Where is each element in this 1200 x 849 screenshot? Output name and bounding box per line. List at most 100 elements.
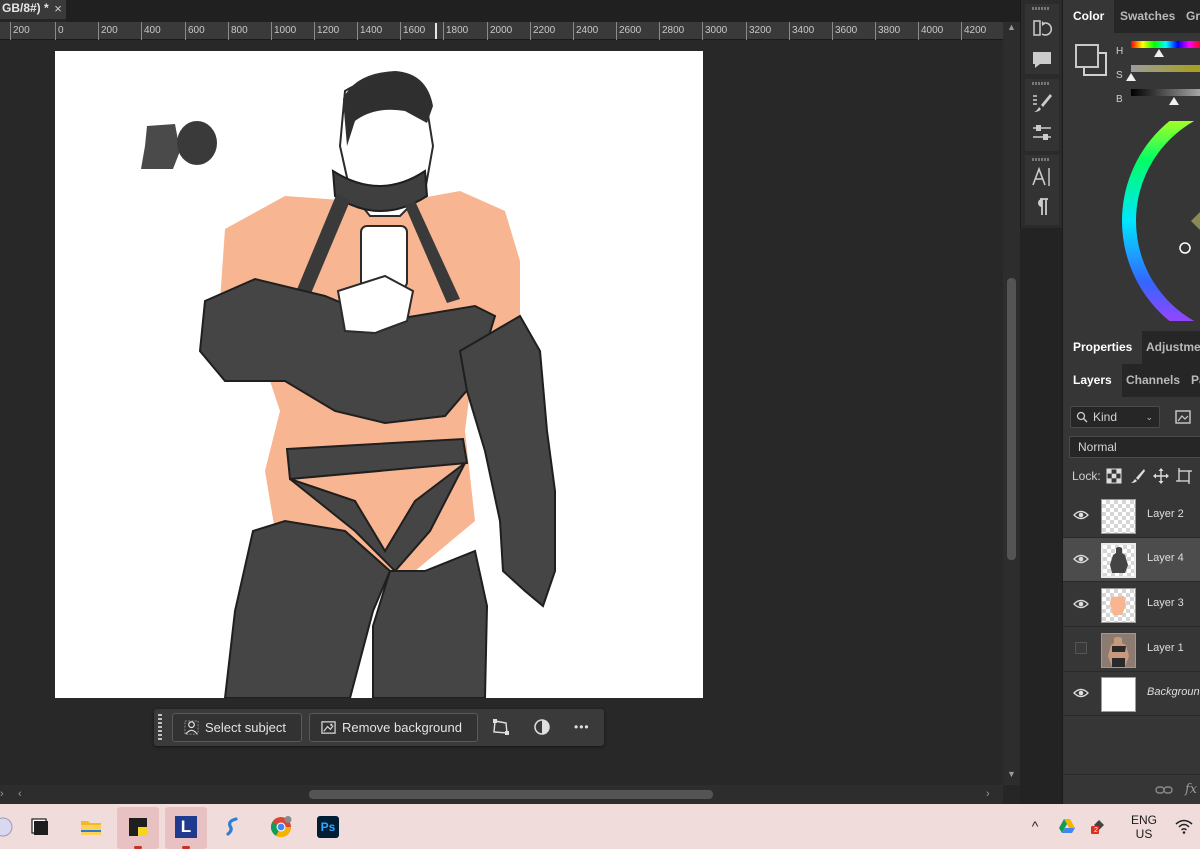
- eye-visibility-icon[interactable]: [1073, 687, 1089, 699]
- tab-properties[interactable]: Properties: [1063, 331, 1143, 364]
- google-drive-icon[interactable]: [1058, 817, 1076, 835]
- chevron-down-icon: ⌄: [1145, 412, 1153, 422]
- layer-row-layer-2[interactable]: Layer 2: [1063, 494, 1200, 538]
- brush-settings-icon[interactable]: [1030, 91, 1054, 115]
- color-wheel[interactable]: [1121, 121, 1200, 321]
- ruler-tick: 400: [141, 22, 161, 40]
- layer-thumbnail[interactable]: [1101, 543, 1136, 578]
- kind-label: Kind: [1093, 410, 1118, 424]
- foreground-color-swatch[interactable]: [1075, 44, 1099, 68]
- brightness-slider-thumb[interactable]: [1168, 97, 1179, 105]
- more-options-icon[interactable]: •••: [574, 717, 594, 737]
- task-view-icon: [31, 818, 48, 835]
- sticky-notes-icon: [129, 818, 147, 836]
- chrome-icon: [270, 816, 292, 838]
- lock-position-icon[interactable]: [1153, 468, 1169, 484]
- start-icon: [0, 817, 13, 837]
- layer-thumbnail[interactable]: [1101, 677, 1136, 712]
- layer-row-layer-1[interactable]: Layer 1: [1063, 628, 1200, 672]
- layer-row-layer-4[interactable]: Layer 4: [1063, 538, 1200, 582]
- ruler-tick: 1600: [400, 22, 425, 40]
- layer-name[interactable]: Layer 3: [1147, 597, 1184, 609]
- tab-swatches[interactable]: Swatches: [1120, 0, 1175, 33]
- taskbar-app-file-explorer[interactable]: [70, 807, 112, 849]
- taskbar-app-lightshot[interactable]: L: [165, 807, 207, 849]
- layer-row-layer-3[interactable]: Layer 3: [1063, 583, 1200, 627]
- adjustments-sliders-icon[interactable]: [1030, 121, 1054, 145]
- adjustment-icon[interactable]: [532, 717, 552, 737]
- layer-row-background[interactable]: Background: [1063, 672, 1200, 716]
- eye-visibility-icon[interactable]: [1073, 598, 1089, 610]
- dock-grip[interactable]: [1032, 82, 1050, 85]
- tab-adjustments[interactable]: Adjustmen: [1146, 331, 1200, 364]
- scroll-down-icon[interactable]: ▼: [1003, 769, 1020, 783]
- transform-icon[interactable]: [491, 717, 511, 737]
- layers-panel: Kind ⌄ Normal Lock: Layer 2 Layer 4 Laye…: [1063, 397, 1200, 774]
- ruler-tick: 2800: [659, 22, 684, 40]
- scroll-right-icon[interactable]: ›: [986, 785, 990, 804]
- character-icon[interactable]: [1030, 165, 1054, 189]
- scroll-up-icon[interactable]: ▲: [1003, 22, 1020, 36]
- taskbar-app-sticky-notes[interactable]: [117, 807, 159, 849]
- horizontal-scrollbar[interactable]: › ‹ ›: [0, 785, 1003, 804]
- layer-thumbnail[interactable]: [1101, 588, 1136, 623]
- blend-mode-dropdown[interactable]: Normal: [1069, 436, 1200, 458]
- wifi-icon[interactable]: [1175, 817, 1193, 835]
- layer-name[interactable]: Background: [1147, 686, 1200, 698]
- vertical-scrollbar[interactable]: ▲ ▼: [1003, 22, 1020, 785]
- lock-transparent-pixels-icon[interactable]: [1106, 468, 1122, 484]
- vertical-scroll-thumb[interactable]: [1007, 278, 1016, 560]
- layer-name[interactable]: Layer 2: [1147, 508, 1184, 520]
- close-icon[interactable]: ×: [50, 0, 66, 19]
- paragraph-icon[interactable]: [1030, 195, 1054, 219]
- taskbar-app-simplenote[interactable]: [212, 807, 254, 849]
- layer-filter-kind-dropdown[interactable]: Kind ⌄: [1070, 406, 1160, 428]
- layer-thumbnail[interactable]: [1101, 633, 1136, 668]
- tab-layers[interactable]: Layers: [1063, 364, 1122, 397]
- dock-group-type: [1025, 155, 1059, 225]
- show-hidden-icons-chevron-icon[interactable]: ^: [1026, 817, 1044, 835]
- remove-background-button[interactable]: Remove background: [309, 713, 478, 742]
- image-filter-icon[interactable]: [1173, 407, 1193, 427]
- select-subject-button[interactable]: Select subject: [172, 713, 302, 742]
- taskbar-app-chrome[interactable]: [260, 807, 302, 849]
- lock-artboard-icon[interactable]: [1176, 468, 1192, 484]
- dock-grip[interactable]: [1032, 7, 1050, 10]
- ruler-tick: 3200: [746, 22, 771, 40]
- link-layers-icon[interactable]: [1155, 781, 1173, 799]
- tab-channels[interactable]: Channels: [1126, 364, 1180, 397]
- language-indicator[interactable]: ENG US: [1127, 813, 1161, 841]
- eye-visibility-icon[interactable]: [1073, 553, 1089, 565]
- language-region: US: [1135, 827, 1153, 841]
- chevron-right-icon[interactable]: ›: [0, 785, 4, 804]
- history-icon[interactable]: [1030, 16, 1054, 40]
- taskbar-app-task-view[interactable]: [20, 807, 62, 849]
- lock-image-pixels-icon[interactable]: [1130, 468, 1146, 484]
- tab-color[interactable]: Color: [1063, 0, 1115, 33]
- scroll-left-icon[interactable]: ‹: [18, 785, 22, 804]
- layer-name[interactable]: Layer 4: [1147, 552, 1184, 564]
- tab-paths[interactable]: Pa: [1191, 364, 1200, 397]
- hue-slider[interactable]: [1131, 41, 1200, 57]
- document-canvas[interactable]: [55, 51, 703, 698]
- layer-style-fx-button[interactable]: fx: [1185, 782, 1197, 797]
- visibility-off-box[interactable]: [1075, 642, 1087, 654]
- taskbar-app-photoshop[interactable]: Ps: [307, 807, 349, 849]
- hue-slider-thumb[interactable]: [1154, 49, 1164, 57]
- tab-gradients[interactable]: Gr: [1186, 0, 1200, 33]
- saturation-slider-thumb[interactable]: [1126, 73, 1136, 81]
- horizontal-scroll-thumb[interactable]: [309, 790, 713, 799]
- dock-grip[interactable]: [1032, 158, 1050, 161]
- dock-group-brush: [1025, 79, 1059, 151]
- comment-icon[interactable]: [1030, 48, 1054, 72]
- canvas-workspace[interactable]: [0, 41, 1003, 785]
- layer-name[interactable]: Layer 1: [1147, 642, 1184, 654]
- brightness-slider[interactable]: [1131, 89, 1200, 105]
- layer-thumbnail[interactable]: [1101, 499, 1136, 534]
- horizontal-ruler[interactable]: 200 0 200 400 600 800 1000 1200 1400 160…: [0, 22, 1020, 40]
- ruler-tick: 1200: [314, 22, 339, 40]
- saturation-slider[interactable]: [1126, 65, 1200, 81]
- hue-label: H: [1116, 46, 1124, 57]
- eye-visibility-icon[interactable]: [1073, 509, 1089, 521]
- drag-handle-icon[interactable]: [158, 714, 162, 741]
